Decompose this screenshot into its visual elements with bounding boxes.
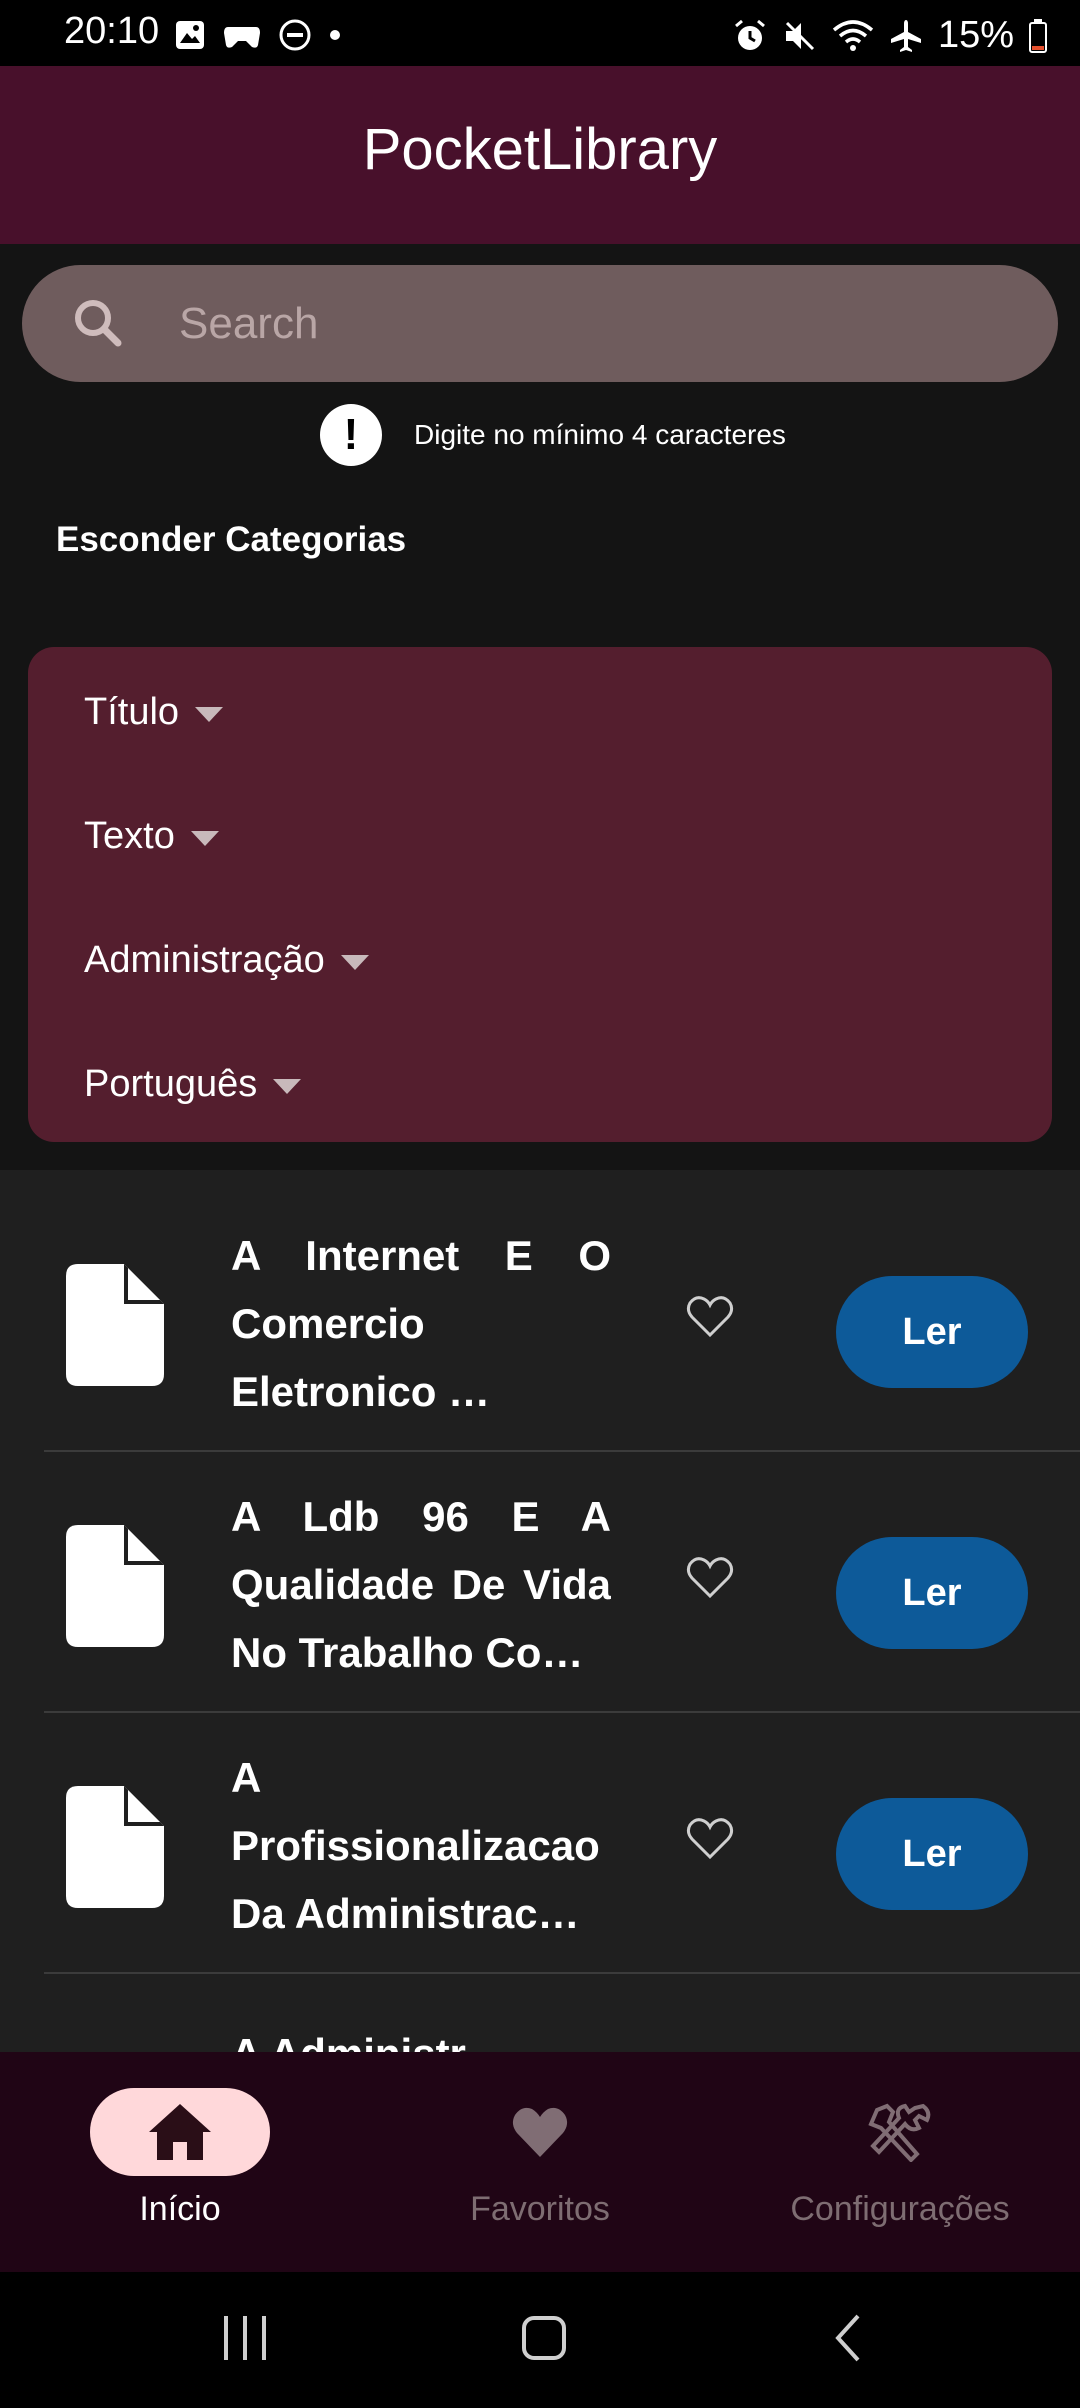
nav-item-favoritos[interactable]: Favoritos	[390, 2088, 690, 2229]
recent-apps-icon[interactable]	[222, 2312, 268, 2364]
filter-dropdown-language[interactable]: Português	[84, 1063, 302, 1106]
heart-outline-icon[interactable]	[686, 1556, 734, 1600]
search-hint: ! Digite no mínimo 4 caracteres	[320, 404, 786, 466]
item-title: A Profissionalizacao Da Administrac…	[231, 1754, 600, 1937]
item-title: A Ldb 96 E A Qualidade De Vida No Trabal…	[231, 1493, 611, 1676]
search-icon	[75, 300, 122, 347]
list-item-partial[interactable]: A Administr	[0, 2030, 1080, 2052]
nav-label: Início	[139, 2190, 221, 2228]
chevron-down-icon	[195, 707, 224, 722]
list-item[interactable]: A Profissionalizacao Da Administrac… Ler	[0, 1714, 1080, 1974]
document-list[interactable]: A Internet E O Comercio Eletronico … Ler…	[0, 1170, 1080, 2052]
item-title: A Internet E O Comercio Eletronico …	[231, 1232, 611, 1415]
search-input[interactable]	[177, 287, 1001, 361]
battery-icon	[1029, 18, 1047, 53]
app-title: PocketLibrary	[362, 117, 718, 182]
nav-icon-container	[810, 2088, 990, 2176]
game-icon	[224, 27, 260, 48]
dnd-icon	[279, 19, 311, 51]
read-button[interactable]: Ler	[836, 1798, 1028, 1910]
bottom-navigation: Início Favoritos Configurações	[0, 2052, 1080, 2272]
exclamation-icon: !	[320, 404, 382, 466]
divider	[44, 1450, 1080, 1452]
status-time: 20:10	[64, 10, 160, 52]
list-item[interactable]: A Ldb 96 E A Qualidade De Vida No Trabal…	[0, 1453, 1080, 1713]
filter-dropdown-text[interactable]: Texto	[84, 815, 219, 858]
heart-outline-icon[interactable]	[686, 1817, 734, 1861]
chevron-down-icon	[273, 1079, 302, 1094]
dot-icon	[330, 30, 340, 40]
mute-icon	[785, 21, 814, 50]
nav-label: Favoritos	[470, 2190, 610, 2228]
battery-percent: 15%	[937, 14, 1014, 56]
nav-active-indicator	[90, 2088, 270, 2176]
system-navigation	[0, 2272, 1080, 2408]
home-button-icon[interactable]	[520, 2312, 568, 2364]
filter-dropdown-title[interactable]: Título	[84, 691, 224, 734]
heart-outline-icon[interactable]	[686, 1295, 734, 1339]
filter-label: Português	[84, 1063, 258, 1105]
status-icons-left	[174, 18, 342, 52]
airplane-icon	[890, 19, 921, 52]
document-icon	[66, 1264, 164, 1386]
back-icon[interactable]	[830, 2312, 866, 2364]
document-icon	[66, 1786, 164, 1908]
nav-icon-container	[450, 2088, 630, 2176]
app-bar: PocketLibrary	[0, 66, 1080, 244]
item-title: A Administr	[231, 2030, 466, 2052]
filter-label: Texto	[84, 815, 175, 857]
nav-item-inicio[interactable]: Início	[30, 2088, 330, 2229]
filter-label: Título	[84, 691, 180, 733]
alarm-icon	[734, 19, 765, 50]
filter-label: Administração	[84, 939, 325, 981]
category-filters: Título Texto Administração Português	[28, 647, 1052, 1142]
toggle-categories-button[interactable]: Esconder Categorias	[56, 520, 406, 560]
divider	[44, 1972, 1080, 1974]
document-icon	[66, 1525, 164, 1647]
home-icon	[149, 2104, 211, 2160]
read-button[interactable]: Ler	[836, 1276, 1028, 1388]
list-item[interactable]: A Internet E O Comercio Eletronico … Ler	[0, 1192, 1080, 1452]
nav-label: Configurações	[790, 2190, 1010, 2228]
heart-icon	[512, 2107, 568, 2157]
image-icon	[176, 21, 204, 49]
nav-item-configuracoes[interactable]: Configurações	[750, 2088, 1050, 2229]
wifi-icon	[832, 19, 874, 51]
status-bar: 20:10 15%	[0, 0, 1080, 66]
status-icons-right: 15%	[732, 14, 1048, 57]
divider	[44, 1711, 1080, 1713]
chevron-down-icon	[190, 831, 219, 846]
chevron-down-icon	[340, 955, 369, 970]
tools-icon	[868, 2103, 931, 2162]
filter-dropdown-category[interactable]: Administração	[84, 939, 369, 982]
search-hint-text: Digite no mínimo 4 caracteres	[414, 419, 786, 450]
search-bar[interactable]	[22, 265, 1058, 382]
read-button[interactable]: Ler	[836, 1537, 1028, 1649]
